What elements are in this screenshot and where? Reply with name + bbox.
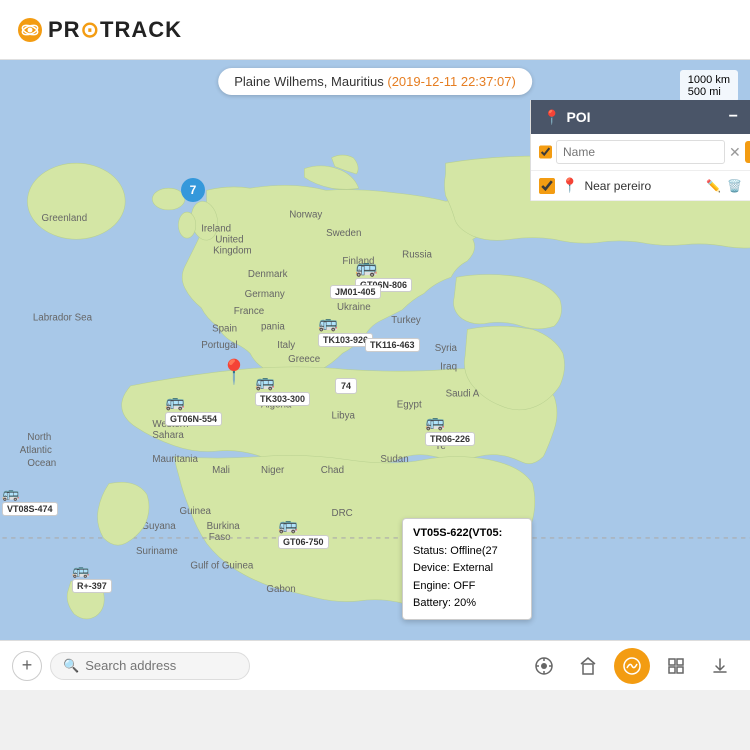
popup-title: VT05S-622(VT05: xyxy=(413,525,521,543)
tracker-icon-tk303-300[interactable]: 🚌 TK303-300 xyxy=(255,372,310,406)
svg-text:Saudi A: Saudi A xyxy=(446,389,480,400)
svg-text:Norway: Norway xyxy=(289,210,322,221)
poi-panel: 📍 POI − ✕ + 📍 Near pereiro ✏️ 🗑️ xyxy=(530,100,750,201)
toolbar-building-btn[interactable] xyxy=(570,648,606,684)
poi-item-checkbox[interactable] xyxy=(539,178,555,194)
search-address-input[interactable] xyxy=(85,658,237,673)
tracker-icon-tk116-463[interactable]: TK116-463 xyxy=(365,338,420,352)
svg-text:Spain: Spain xyxy=(212,324,237,335)
svg-text:Atlantic: Atlantic xyxy=(20,445,52,456)
tracker-icon-gt06-750[interactable]: 🚌 GT06-750 xyxy=(278,515,329,549)
logo-icon xyxy=(16,16,44,44)
poi-item-label: Near pereiro xyxy=(584,179,700,193)
popup-status: Status: Offline(27 xyxy=(413,543,521,561)
svg-text:pania: pania xyxy=(261,321,285,332)
svg-text:Niger: Niger xyxy=(261,465,285,476)
svg-text:Turkey: Turkey xyxy=(391,315,421,326)
scale-bar: 1000 km 500 mi xyxy=(680,70,738,102)
svg-text:Greenland: Greenland xyxy=(42,213,88,224)
popup-device: Device: External xyxy=(413,560,521,578)
poi-title: POI xyxy=(566,109,590,125)
poi-search-input[interactable] xyxy=(556,140,725,164)
svg-text:Greece: Greece xyxy=(288,354,320,365)
svg-text:Mali: Mali xyxy=(212,465,230,476)
poi-edit-btn[interactable]: ✏️ xyxy=(706,179,721,193)
location-pin: 📍 xyxy=(219,358,249,387)
svg-text:Guyana: Guyana xyxy=(141,521,176,532)
svg-text:France: France xyxy=(234,306,264,317)
svg-text:Libya: Libya xyxy=(332,410,356,421)
svg-text:Chad: Chad xyxy=(321,465,344,476)
svg-text:Burkina: Burkina xyxy=(207,521,241,532)
svg-text:Sahara: Sahara xyxy=(152,430,184,441)
svg-text:Sudan: Sudan xyxy=(380,454,408,465)
svg-text:Ireland: Ireland xyxy=(201,224,231,235)
cluster-badge[interactable]: 7 xyxy=(181,178,205,202)
app-header: PR⊙TRACK xyxy=(0,0,750,60)
search-bar[interactable]: 🔍 xyxy=(50,652,250,680)
toolbar-grid-btn[interactable] xyxy=(658,648,694,684)
toolbar-download-btn[interactable] xyxy=(702,648,738,684)
svg-text:Kingdom: Kingdom xyxy=(213,245,252,256)
svg-text:North: North xyxy=(27,432,51,443)
popup-engine: Engine: OFF xyxy=(413,578,521,596)
tracker-icon-vt08s-474[interactable]: 🚌 VT08S-474 xyxy=(2,485,58,516)
svg-text:Syria: Syria xyxy=(435,343,458,354)
poi-minimize-btn[interactable]: − xyxy=(729,108,738,126)
svg-text:DRC: DRC xyxy=(332,508,353,519)
svg-text:Portugal: Portugal xyxy=(201,340,237,351)
poi-item-pin-icon: 📍 xyxy=(561,177,578,194)
building-icon xyxy=(578,656,598,676)
svg-text:United: United xyxy=(215,234,243,245)
poi-search-clear[interactable]: ✕ xyxy=(729,144,741,161)
svg-text:Italy: Italy xyxy=(277,340,295,351)
svg-text:Mauritania: Mauritania xyxy=(152,454,198,465)
poi-pin-icon: 📍 xyxy=(543,109,560,126)
tracker-label-74[interactable]: 74 xyxy=(335,378,357,394)
poi-delete-btn[interactable]: 🗑️ xyxy=(727,179,742,193)
tracker-icon-tr06-226[interactable]: 🚌 TR06-226 xyxy=(425,412,475,446)
dashboard-icon xyxy=(622,656,642,676)
svg-text:Ocean: Ocean xyxy=(27,458,56,469)
poi-header: 📍 POI − xyxy=(531,100,750,134)
poi-add-btn[interactable]: + xyxy=(745,141,750,163)
logo-text: PR⊙TRACK xyxy=(48,17,182,43)
svg-text:Germany: Germany xyxy=(245,289,285,300)
svg-text:Suriname: Suriname xyxy=(136,546,178,557)
tracker-icon-gt06n-554[interactable]: 🚌 GT06N-554 xyxy=(165,392,222,426)
download-icon xyxy=(710,656,730,676)
poi-checkbox-all[interactable] xyxy=(539,144,552,160)
svg-text:Sweden: Sweden xyxy=(326,228,361,239)
toolbar-dashboard-btn[interactable] xyxy=(614,648,650,684)
poi-item-near-pereiro: 📍 Near pereiro ✏️ 🗑️ xyxy=(531,171,750,201)
toolbar-location-btn[interactable] xyxy=(526,648,562,684)
info-popup: VT05S-622(VT05: Status: Offline(27 Devic… xyxy=(402,518,532,620)
location-text: Plaine Wilhems, Mauritius xyxy=(234,74,384,89)
search-icon: 🔍 xyxy=(63,658,79,674)
location-coords: (2019-12-11 22:37:07) xyxy=(387,74,515,89)
svg-text:Labrador Sea: Labrador Sea xyxy=(33,313,93,324)
location-bar: Plaine Wilhems, Mauritius (2019-12-11 22… xyxy=(218,68,532,95)
location-icon xyxy=(534,656,554,676)
map-container[interactable]: Labrador Sea North Atlantic Ocean Greenl… xyxy=(0,60,750,690)
tracker-icon-r-397[interactable]: 🚌 R+-397 xyxy=(72,562,112,593)
bottom-toolbar: + 🔍 xyxy=(0,640,750,690)
toolbar-add-btn[interactable]: + xyxy=(12,651,42,681)
tracker-icon-jm01-405[interactable]: JM01-405 xyxy=(330,285,381,299)
popup-battery: Battery: 20% xyxy=(413,595,521,613)
svg-text:Egypt: Egypt xyxy=(397,400,422,411)
logo: PR⊙TRACK xyxy=(16,16,182,44)
svg-text:Ukraine: Ukraine xyxy=(337,302,371,313)
svg-text:Denmark: Denmark xyxy=(248,269,288,280)
svg-text:Gabon: Gabon xyxy=(266,584,295,595)
svg-text:Gulf of Guinea: Gulf of Guinea xyxy=(190,560,254,571)
grid-icon xyxy=(666,656,686,676)
poi-search-row: ✕ + xyxy=(531,134,750,171)
svg-text:Iraq: Iraq xyxy=(440,362,457,373)
svg-text:Guinea: Guinea xyxy=(179,506,211,517)
